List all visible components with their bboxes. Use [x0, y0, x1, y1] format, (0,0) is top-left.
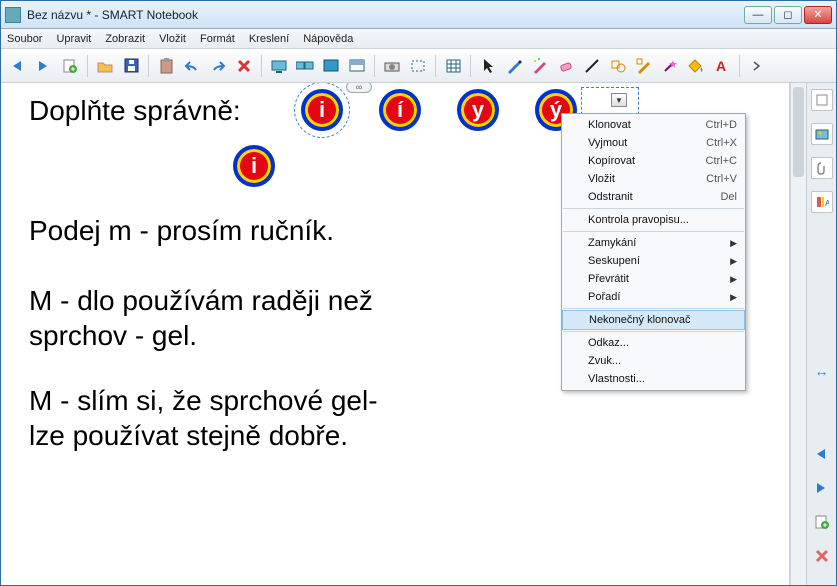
ctx-sound[interactable]: Zvuk... — [562, 352, 745, 370]
forward-button[interactable] — [33, 55, 55, 77]
toolbar: A — [1, 49, 836, 83]
ctx-cut[interactable]: VyjmoutCtrl+X — [562, 134, 745, 152]
workarea: Doplňte správně: ∞ i í y ý i ▼ Podej m -… — [1, 83, 836, 585]
fullscreen-button[interactable] — [320, 55, 342, 77]
eraser-button[interactable] — [555, 55, 577, 77]
camera-button[interactable] — [381, 55, 403, 77]
menu-help[interactable]: Nápověda — [303, 33, 353, 45]
menu-insert[interactable]: Vložit — [159, 33, 186, 45]
pointer-button[interactable] — [477, 55, 499, 77]
tab-properties[interactable]: A — [811, 191, 833, 213]
app-window: Bez názvu * - SMART Notebook — ◻ ✕ Soubo… — [0, 0, 837, 586]
exercise-line-1: Podej m - prosím ručník. — [29, 213, 334, 248]
letter-circle-clone[interactable]: i — [233, 145, 275, 187]
scrollbar-thumb[interactable] — [793, 87, 804, 177]
ctx-order[interactable]: Pořadí▶ — [562, 288, 745, 306]
redo-button[interactable] — [207, 55, 229, 77]
ctx-paste[interactable]: VložitCtrl+V — [562, 170, 745, 188]
letter-circle-y[interactable]: y — [457, 89, 499, 131]
tab-page-sorter[interactable] — [811, 89, 833, 111]
undo-button[interactable] — [181, 55, 203, 77]
ctx-locking[interactable]: Zamykání▶ — [562, 234, 745, 252]
canvas[interactable]: Doplňte správně: ∞ i í y ý i ▼ Podej m -… — [1, 83, 790, 585]
letter-circle-i[interactable]: i — [301, 89, 343, 131]
fill-button[interactable] — [685, 55, 707, 77]
ctx-flip[interactable]: Převrátit▶ — [562, 270, 745, 288]
text-button[interactable]: A — [711, 55, 733, 77]
svg-text:A: A — [825, 199, 829, 208]
menubar: Soubor Upravit Zobrazit Vložit Formát Kr… — [1, 29, 836, 49]
menu-view[interactable]: Zobrazit — [105, 33, 145, 45]
window-title: Bez názvu * - SMART Notebook — [27, 8, 744, 22]
toolbar-overflow-button[interactable] — [746, 55, 768, 77]
ctx-clone[interactable]: KlonovatCtrl+D — [562, 116, 745, 134]
delete-page-button[interactable] — [811, 545, 833, 567]
ctx-copy[interactable]: KopírovatCtrl+C — [562, 152, 745, 170]
tab-attachments[interactable] — [811, 157, 833, 179]
svg-text:A: A — [716, 59, 726, 73]
creative-pen-button[interactable] — [529, 55, 551, 77]
exercise-line-2: M - dlo používám raději než sprchov - ge… — [29, 283, 373, 353]
pen-button[interactable] — [503, 55, 525, 77]
capture-button[interactable] — [407, 55, 429, 77]
context-menu: KlonovatCtrl+D VyjmoutCtrl+X KopírovatCt… — [561, 113, 746, 391]
menu-file[interactable]: Soubor — [7, 33, 42, 45]
page-title: Doplňte správně: — [29, 95, 241, 127]
ctx-grouping[interactable]: Seskupení▶ — [562, 252, 745, 270]
save-button[interactable] — [120, 55, 142, 77]
ctx-spellcheck[interactable]: Kontrola pravopisu... — [562, 211, 745, 229]
app-icon — [5, 7, 21, 23]
minimize-button[interactable]: — — [744, 6, 772, 24]
ctx-delete[interactable]: OdstranitDel — [562, 188, 745, 206]
next-page-button[interactable] — [811, 477, 833, 499]
tab-gallery[interactable] — [811, 123, 833, 145]
table-button[interactable] — [442, 55, 464, 77]
vertical-scrollbar[interactable] — [790, 83, 806, 585]
add-page-button[interactable] — [811, 511, 833, 533]
menu-format[interactable]: Formát — [200, 33, 235, 45]
back-button[interactable] — [7, 55, 29, 77]
menu-draw[interactable]: Kreslení — [249, 33, 289, 45]
object-menu-dropdown[interactable]: ▼ — [611, 93, 627, 107]
side-panel: A ↔ — [806, 83, 836, 585]
exercise-line-3: M - slím si, že sprchové gel- lze použív… — [29, 383, 378, 453]
shape-recognition-button[interactable] — [633, 55, 655, 77]
ctx-properties[interactable]: Vlastnosti... — [562, 370, 745, 388]
ctx-link[interactable]: Odkaz... — [562, 334, 745, 352]
infinity-clone-badge: ∞ — [346, 83, 372, 93]
menu-edit[interactable]: Upravit — [56, 33, 91, 45]
screen-button[interactable] — [268, 55, 290, 77]
delete-button[interactable] — [233, 55, 255, 77]
titlebar: Bez názvu * - SMART Notebook — ◻ ✕ — [1, 1, 836, 29]
magic-pen-button[interactable] — [659, 55, 681, 77]
close-button[interactable]: ✕ — [804, 6, 832, 24]
line-button[interactable] — [581, 55, 603, 77]
open-button[interactable] — [94, 55, 116, 77]
paste-button[interactable] — [155, 55, 177, 77]
new-page-button[interactable] — [59, 55, 81, 77]
letter-circle-i-acute[interactable]: í — [379, 89, 421, 131]
shade-button[interactable] — [346, 55, 368, 77]
maximize-button[interactable]: ◻ — [774, 6, 802, 24]
ctx-infinite-cloner[interactable]: Nekonečný klonovač — [562, 310, 745, 330]
panel-collapse-icon[interactable]: ↔ — [815, 363, 829, 379]
prev-page-button[interactable] — [811, 443, 833, 465]
dual-screen-button[interactable] — [294, 55, 316, 77]
shape-button[interactable] — [607, 55, 629, 77]
